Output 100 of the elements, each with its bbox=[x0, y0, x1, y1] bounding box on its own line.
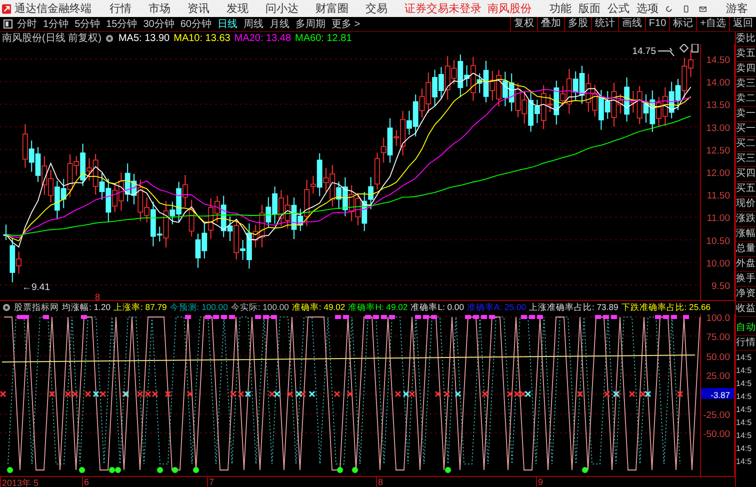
indicator-name: 股票指标网 bbox=[14, 302, 59, 314]
period-tab[interactable]: 分时 bbox=[17, 17, 37, 31]
quote-field-label: 买二 bbox=[736, 137, 756, 152]
quote-field-label: 现价 bbox=[736, 197, 756, 212]
trade-time: 14:5 bbox=[736, 404, 753, 416]
period-tab[interactable]: 60分钟 bbox=[180, 17, 212, 31]
period-tab[interactable]: 15分钟 bbox=[106, 17, 138, 31]
quote-field-label: 买四 bbox=[736, 167, 756, 182]
quote-field-label: 涨幅 bbox=[736, 227, 756, 242]
settings-icon[interactable] bbox=[2, 303, 11, 312]
price-axis-label: 14.00 bbox=[706, 78, 730, 89]
indicator-legend-text: 准确率A: 25.00 bbox=[466, 302, 526, 314]
window-icon[interactable] bbox=[692, 44, 698, 52]
user-label[interactable]: 游客 bbox=[726, 1, 748, 16]
indicator-legend-text: 准确率H: 49.02 bbox=[348, 302, 408, 314]
date-axis-label: 9 bbox=[536, 477, 544, 487]
menu-item[interactable]: 版面 bbox=[578, 1, 600, 16]
quote-field-label: 外盘 bbox=[736, 257, 756, 272]
diamond-icon[interactable] bbox=[679, 44, 689, 53]
toolbar-button[interactable]: 多股 bbox=[564, 17, 591, 31]
phone-icon[interactable] bbox=[682, 4, 690, 14]
ma-legend-text: MA10: 13.63 bbox=[174, 32, 230, 44]
indicator-legend-text: 今实际: 100.00 bbox=[230, 302, 289, 314]
menu-item[interactable]: 发现 bbox=[226, 1, 248, 16]
more-periods-button[interactable]: 更多 > bbox=[332, 17, 360, 31]
chart-title: 南风股份(日线 前复权) bbox=[2, 32, 102, 45]
menu-item[interactable]: 交易 bbox=[365, 1, 388, 16]
period-tab[interactable]: 5分钟 bbox=[74, 17, 100, 31]
quote-field-label: 买三 bbox=[736, 152, 756, 167]
menu-item[interactable]: 问小达 bbox=[265, 1, 298, 16]
indicator-axis-label: -3.87 bbox=[710, 390, 730, 400]
indicator-legend-text: 上涨率: 87.79 bbox=[114, 302, 167, 314]
price-axis-label: 11.50 bbox=[706, 190, 730, 202]
period-tab[interactable]: 日线 bbox=[218, 17, 238, 31]
pointer-arrow-icon bbox=[658, 48, 674, 56]
quote-field-label: 买一 bbox=[736, 122, 756, 137]
trade-time: 14:5 bbox=[736, 456, 753, 468]
price-axis-label: 13.00 bbox=[706, 122, 730, 134]
menu-item[interactable]: 财富圈 bbox=[315, 1, 348, 16]
menu-item[interactable]: 行情 bbox=[109, 1, 132, 16]
date-axis-label: 7 bbox=[207, 477, 376, 487]
date-axis-label: 6 bbox=[82, 477, 207, 487]
panel-toggle-icon[interactable] bbox=[3, 19, 13, 29]
indicator-legend-text: 均涨幅: 1.20 bbox=[62, 302, 111, 314]
stock-name: 南风股份 bbox=[487, 2, 532, 16]
menu-item[interactable]: 公式 bbox=[607, 1, 630, 16]
price-axis-label: 10.00 bbox=[706, 258, 730, 270]
price-axis-label: 11.00 bbox=[706, 213, 730, 224]
low-price-label: ←9.41 bbox=[22, 282, 50, 293]
menu-item[interactable]: 功能 bbox=[549, 1, 572, 16]
indicator-axis-label: 100.0 bbox=[706, 314, 730, 324]
quote-field-label: 卖二 bbox=[736, 92, 756, 107]
auto-label[interactable]: 自动 bbox=[736, 321, 756, 336]
trade-time: 14:5 bbox=[736, 417, 753, 429]
toolbar-button[interactable]: 画线 bbox=[618, 17, 645, 31]
quote-field-label: 换手 bbox=[736, 272, 756, 287]
period-tab[interactable]: 多周期 bbox=[296, 17, 326, 31]
indicator-legend-text: 准确率L: 0.00 bbox=[410, 302, 464, 314]
mail-icon[interactable] bbox=[699, 4, 707, 14]
trade-time: 14:5 bbox=[736, 430, 753, 442]
quote-field-label: 净资 bbox=[736, 287, 756, 302]
menu-item[interactable]: 选项 bbox=[636, 1, 658, 16]
current-value-tag bbox=[701, 388, 734, 399]
price-axis-label: 10.50 bbox=[706, 236, 730, 247]
toolbar-button[interactable]: 复权 bbox=[510, 17, 537, 31]
trade-time: 14:5 bbox=[736, 443, 753, 455]
ma-legend-text: MA60: 12.81 bbox=[295, 32, 352, 44]
indicator-legend-text: 下跌准确率占比: 25.66 bbox=[621, 302, 711, 314]
toolbar-button[interactable]: +自选 bbox=[696, 17, 729, 31]
price-axis-label: 12.50 bbox=[706, 145, 730, 156]
price-axis-label: 13.50 bbox=[706, 100, 730, 112]
menu-item[interactable]: 市场 bbox=[148, 1, 170, 16]
period-tab[interactable]: 月线 bbox=[270, 17, 290, 31]
quote-tab[interactable]: 行情 bbox=[736, 336, 756, 351]
settings-icon[interactable] bbox=[105, 34, 114, 42]
toolbar-button[interactable]: 统计 bbox=[590, 17, 618, 31]
price-axis-label: 14.50 bbox=[706, 55, 730, 66]
quote-field-label: 买五 bbox=[736, 182, 756, 197]
indicator-axis-label: -25.00 bbox=[703, 410, 730, 421]
period-tab[interactable]: 1分钟 bbox=[43, 17, 69, 31]
indicator-legend-text: 上涨准确率占比: 73.89 bbox=[529, 302, 618, 314]
quote-field-label: 卖四 bbox=[736, 62, 756, 77]
quote-field-label: 卖一 bbox=[736, 107, 756, 122]
period-tab[interactable]: 周线 bbox=[244, 17, 264, 31]
menu-item[interactable]: 资讯 bbox=[187, 1, 210, 16]
ma-legend-text: MA5: 13.90 bbox=[118, 32, 170, 44]
app-title: 通达信金融终端 bbox=[14, 2, 92, 16]
quote-field-label: 总量 bbox=[736, 242, 756, 257]
date-axis-label: 2013年 5 bbox=[0, 477, 82, 487]
indicator-axis-label: 25.00 bbox=[706, 371, 730, 382]
indicator-axis-label: 50.00 bbox=[706, 352, 730, 363]
price-axis-label: 9.50 bbox=[712, 281, 730, 292]
high-price-label: 14.75 bbox=[632, 46, 656, 57]
trade-time: 14:5 bbox=[736, 391, 753, 403]
login-status[interactable]: 证券交易未登录 bbox=[404, 1, 482, 16]
period-tab[interactable]: 30分钟 bbox=[143, 17, 174, 31]
trade-time: 14:5 bbox=[736, 365, 753, 377]
quote-field-label: 卖五 bbox=[736, 47, 756, 62]
refresh-icon[interactable] bbox=[665, 4, 674, 14]
indicator-legend-text: 今预测: 100.00 bbox=[170, 302, 228, 314]
